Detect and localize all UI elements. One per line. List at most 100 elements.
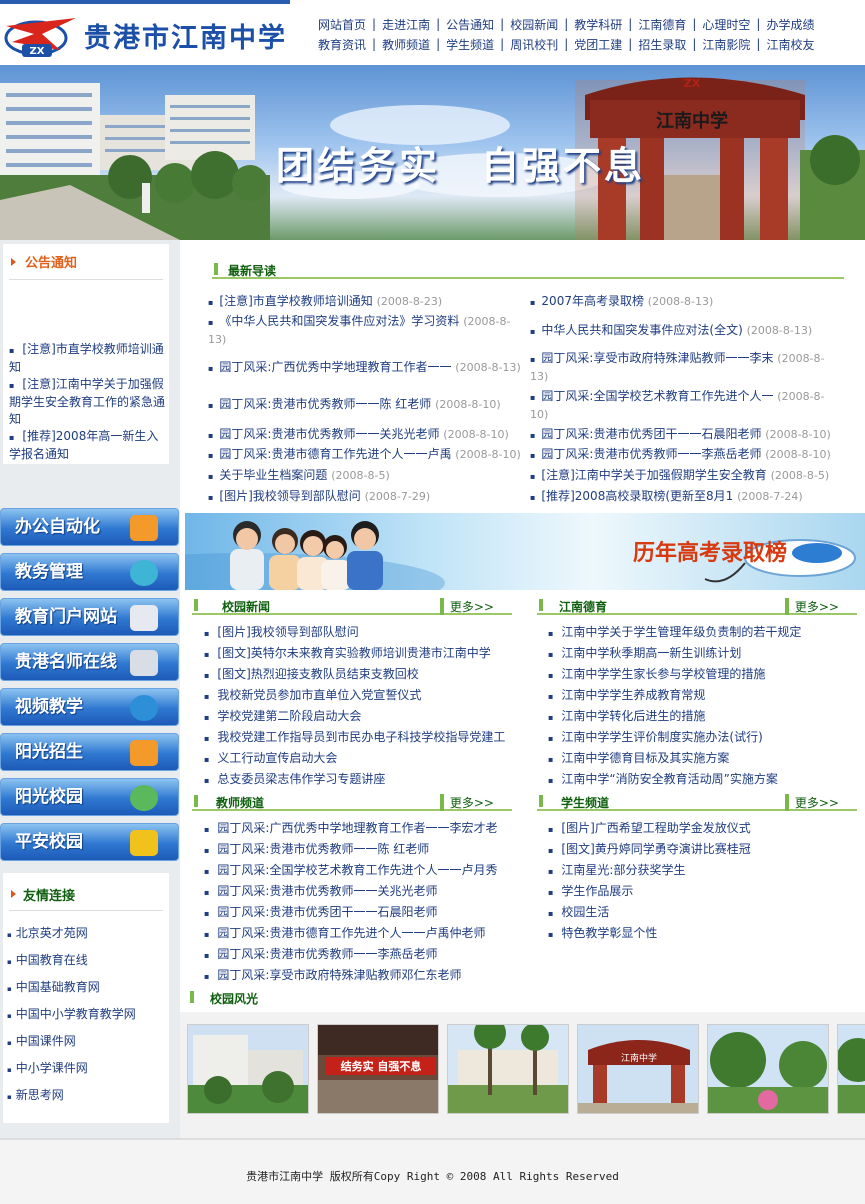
latest-item[interactable]: 中华人民共和国突发事件应对法(全文) (2008-8-13)	[530, 322, 835, 340]
side-button-label: 办公自动化	[15, 517, 100, 537]
campus-photo-image: 江南中学	[578, 1025, 698, 1113]
side-button-famous-teachers[interactable]: 贵港名师在线	[0, 643, 179, 681]
side-button-portal[interactable]: 教育门户网站	[0, 598, 179, 636]
latest-item[interactable]: 园丁风采:贵港市优秀团干一一石晨阳老师 (2008-8-10)	[530, 426, 835, 444]
latest-item[interactable]: 2007年高考录取榜 (2008-8-13)	[530, 293, 835, 311]
latest-item[interactable]: [注意]江南中学关于加强假期学生安全教育 (2008-8-5)	[530, 467, 835, 485]
teachers-item[interactable]: 园丁风采:全国学校艺术教育工作先进个人一一卢月秀	[204, 861, 497, 878]
campus-photo[interactable]	[707, 1024, 829, 1114]
teachers-item[interactable]: 园丁风采:贵港市德育工作先进个人一一卢禹仲老师	[204, 924, 485, 941]
latest-item[interactable]: [推荐]2008高校录取榜(更新至8月1 (2008-7-24)	[530, 488, 835, 506]
students-item[interactable]: [图文]黄丹婷同学勇夺演讲比赛桂冠	[548, 840, 750, 857]
nav-item-party[interactable]: 党团工建	[574, 36, 622, 53]
friend-link[interactable]: 中国基础教育网	[7, 975, 136, 1002]
school-news-item[interactable]: 我校新党员参加市直单位入党宣誓仪式	[204, 686, 421, 703]
latest-item-text: 园丁风采:贵港市德育工作先进个人一一卢禹	[219, 447, 452, 461]
friend-links-list: 北京英才苑网 中国教育在线 中国基础教育网 中国中小学教育教学网 中国课件网 中…	[7, 921, 136, 1110]
nav-item-campus-news[interactable]: 校园新闻	[510, 16, 558, 33]
students-item[interactable]: [图片]广西希望工程助学金发放仪式	[548, 819, 750, 836]
school-name-logo[interactable]: 贵港市江南中学	[84, 16, 287, 55]
latest-item[interactable]: [注意]市直学校教师培训通知 (2008-8-23)	[208, 293, 523, 311]
nav-item-edu-info[interactable]: 教育资讯	[318, 36, 366, 53]
friend-link[interactable]: 中国中小学教育教学网	[7, 1002, 136, 1029]
campus-photo[interactable]: 江南中学	[577, 1024, 699, 1114]
latest-item[interactable]: 园丁风采:贵港市优秀教师一一陈 红老师 (2008-8-10)	[208, 396, 523, 414]
friend-link[interactable]: 中国教育在线	[7, 948, 136, 975]
nav-item-about[interactable]: 走进江南	[382, 16, 430, 33]
notice-item[interactable]: [注意]市直学校教师培训通知	[9, 341, 165, 376]
moral-item[interactable]: 江南中学德育目标及其实施方案	[548, 749, 729, 766]
latest-item[interactable]: 园丁风采:享受市政府特殊津贴教师一一李末 (2008-8-13)	[530, 350, 835, 385]
moral-item[interactable]: 江南中学学生家长参与学校管理的措施	[548, 665, 765, 682]
teachers-more-link[interactable]: 更多>>	[439, 794, 494, 811]
latest-item-text: [图片]我校领导到部队慰问	[219, 489, 361, 503]
school-news-item[interactable]: [图文]热烈迎接支教队员结束支教回校	[204, 665, 418, 682]
side-button-academic[interactable]: 教务管理	[0, 553, 179, 591]
teachers-item[interactable]: 园丁风采:贵港市优秀团干一一石晨阳老师	[204, 903, 437, 920]
latest-item[interactable]: [图片]我校领导到部队慰问 (2008-7-29)	[208, 488, 523, 506]
admission-list-banner[interactable]: 历年高考录取榜	[185, 513, 865, 590]
side-button-video[interactable]: 视频教学	[0, 688, 179, 726]
side-button-office-automation[interactable]: 办公自动化	[0, 508, 179, 546]
students-item[interactable]: 江南星光:部分获奖学生	[548, 861, 685, 878]
nav-item-students[interactable]: 学生频道	[446, 36, 494, 53]
campus-photo[interactable]: 结务实 自强不息	[317, 1024, 439, 1114]
moral-item[interactable]: 江南中学秋季期高一新生训练计划	[548, 644, 741, 661]
latest-item[interactable]: 园丁风采:全国学校艺术教育工作先进个人一 (2008-8-10)	[530, 388, 835, 423]
side-button-safe-campus[interactable]: 平安校园	[0, 823, 179, 861]
latest-item[interactable]: 园丁风采:广西优秀中学地理教育工作者一一 (2008-8-13)	[208, 359, 523, 377]
school-news-more-link[interactable]: 更多>>	[439, 598, 494, 615]
nav-item-research[interactable]: 教学科研	[574, 16, 622, 33]
latest-item[interactable]: 园丁风采:贵港市优秀教师一一李燕岳老师 (2008-8-10)	[530, 446, 835, 464]
campus-photo[interactable]	[187, 1024, 309, 1114]
friend-link[interactable]: 北京英才苑网	[7, 921, 136, 948]
side-button-label: 教务管理	[15, 562, 83, 582]
campus-title: 校园风光	[210, 992, 259, 1006]
nav-item-achievements[interactable]: 办学成绩	[766, 16, 814, 33]
notice-item[interactable]: [推荐]2008年高一新生入学报名通知	[9, 428, 165, 463]
side-button-sunshine-campus[interactable]: 阳光校园	[0, 778, 179, 816]
school-news-item[interactable]: 总支委员梁志伟作学习专题讲座	[204, 770, 385, 787]
students-item[interactable]: 特色教学彰显个性	[548, 924, 657, 941]
teachers-item[interactable]: 园丁风采:贵港市优秀教师一一陈 红老师	[204, 840, 429, 857]
students-item[interactable]: 校园生活	[548, 903, 609, 920]
nav-item-weekly[interactable]: 周讯校刊	[510, 36, 558, 53]
campus-photo[interactable]	[837, 1024, 865, 1114]
latest-item[interactable]: 关于毕业生档案问题 (2008-8-5)	[208, 467, 523, 485]
friend-link[interactable]: 新思考网	[7, 1083, 136, 1110]
campus-photo[interactable]	[447, 1024, 569, 1114]
notice-item[interactable]: [注意]江南中学关于加强假期学生安全教育工作的紧急通知	[9, 376, 165, 428]
moral-item[interactable]: 江南中学“消防安全教育活动周”实施方案	[548, 770, 777, 787]
latest-item[interactable]: 园丁风采:贵港市德育工作先进个人一一卢禹 (2008-8-10)	[208, 446, 523, 464]
moral-item[interactable]: 江南中学学生养成教育常规	[548, 686, 705, 703]
school-logo-icon[interactable]: ZX	[2, 12, 80, 58]
nav-item-psychology[interactable]: 心理时空	[702, 16, 750, 33]
nav-item-home[interactable]: 网站首页	[318, 16, 366, 33]
nav-item-moral[interactable]: 江南德育	[638, 16, 686, 33]
school-news-item[interactable]: [图片]我校领导到部队慰问	[204, 623, 358, 640]
nav-item-cinema[interactable]: 江南影院	[702, 36, 750, 53]
teachers-item[interactable]: 园丁风采:广西优秀中学地理教育工作者一一李宏才老	[204, 819, 497, 836]
teachers-item[interactable]: 园丁风采:享受市政府特殊津贴教师邓仁东老师	[204, 966, 461, 983]
school-news-item[interactable]: 义工行动宣传启动大会	[204, 749, 337, 766]
moral-more-link[interactable]: 更多>>	[784, 598, 839, 615]
school-news-item[interactable]: [图文]英特尔未来教育实验教师培训贵港市江南中学	[204, 644, 490, 661]
side-button-admission[interactable]: 阳光招生	[0, 733, 179, 771]
nav-item-alumni[interactable]: 江南校友	[766, 36, 814, 53]
moral-item[interactable]: 江南中学关于学生管理年级负责制的若干规定	[548, 623, 801, 640]
nav-item-notices[interactable]: 公告通知	[446, 16, 494, 33]
nav-item-teachers[interactable]: 教师频道	[382, 36, 430, 53]
school-news-item[interactable]: 学校党建第二阶段启动大会	[204, 707, 361, 724]
teachers-item[interactable]: 园丁风采:贵港市优秀教师一一李燕岳老师	[204, 945, 437, 962]
school-news-item[interactable]: 我校党建工作指导员到市民办电子科技学校指导党建工	[204, 728, 505, 745]
students-item[interactable]: 学生作品展示	[548, 882, 633, 899]
latest-item[interactable]: 《中华人民共和国突发事件应对法》学习资料 (2008-8-13)	[208, 313, 523, 348]
latest-item[interactable]: 园丁风采:贵港市优秀教师一一关兆光老师 (2008-8-10)	[208, 426, 523, 444]
moral-item[interactable]: 江南中学学生评价制度实施办法(试行)	[548, 728, 762, 745]
teachers-item[interactable]: 园丁风采:贵港市优秀教师一一关兆光老师	[204, 882, 437, 899]
friend-link[interactable]: 中小学课件网	[7, 1056, 136, 1083]
friend-link[interactable]: 中国课件网	[7, 1029, 136, 1056]
moral-item[interactable]: 江南中学转化后进生的措施	[548, 707, 705, 724]
nav-item-admission[interactable]: 招生录取	[638, 36, 686, 53]
students-more-link[interactable]: 更多>>	[784, 794, 839, 811]
